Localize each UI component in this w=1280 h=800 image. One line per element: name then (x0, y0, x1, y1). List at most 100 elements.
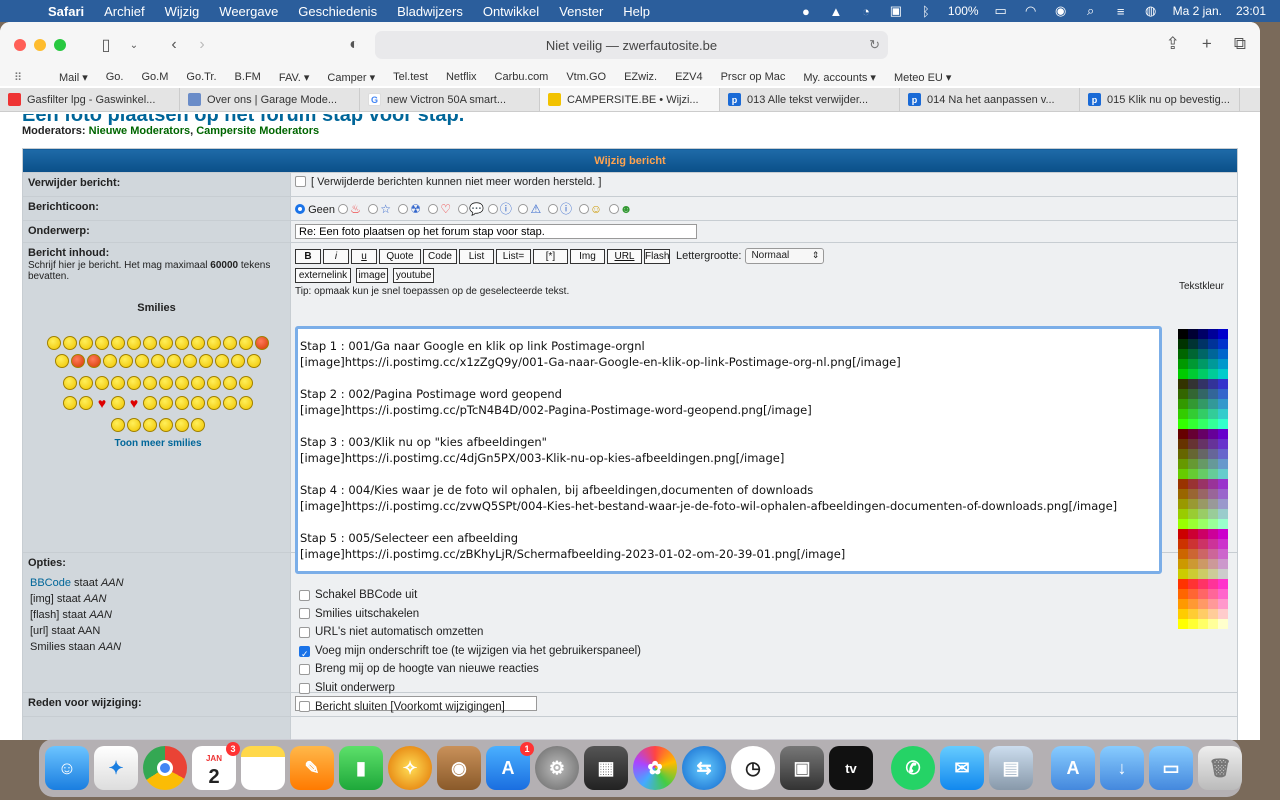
menu-archief[interactable]: Archief (94, 4, 154, 19)
color-swatch[interactable] (1208, 499, 1218, 509)
color-swatch[interactable] (1218, 439, 1228, 449)
color-swatch[interactable] (1188, 599, 1198, 609)
color-swatch[interactable] (1188, 519, 1198, 529)
color-swatch[interactable] (1198, 409, 1208, 419)
menu-venster[interactable]: Venster (549, 4, 613, 19)
color-swatch[interactable] (1198, 459, 1208, 469)
smiley-icon[interactable] (191, 376, 205, 390)
favorite-vtmgo[interactable]: Vtm.GO (557, 71, 615, 83)
favorite-accounts[interactable]: My. accounts ▾ (794, 71, 885, 84)
tab-015[interactable]: p 015 Klik nu op bevestig... (1080, 88, 1240, 111)
smiley-icon[interactable] (143, 336, 157, 350)
color-swatch[interactable] (1218, 329, 1228, 339)
sleeping-smiley-icon[interactable] (159, 418, 173, 432)
smiley-icon[interactable] (111, 376, 125, 390)
color-swatch[interactable] (1178, 459, 1188, 469)
battery-icon[interactable]: ▭ (993, 3, 1009, 19)
angry-smiley-icon[interactable] (255, 336, 269, 350)
option-checkbox[interactable] (299, 589, 310, 601)
color-swatch[interactable] (1188, 509, 1198, 519)
color-swatch[interactable] (1218, 429, 1228, 439)
color-swatch[interactable] (1198, 419, 1208, 429)
option-row[interactable]: Voeg mijn onderschrift toe (te wijzigen … (299, 642, 641, 663)
url-button[interactable]: URL (607, 248, 642, 264)
color-swatch[interactable] (1178, 599, 1188, 609)
color-swatch[interactable] (1198, 449, 1208, 459)
image-button[interactable]: image (356, 268, 389, 283)
smiley-icon[interactable] (239, 336, 253, 350)
menu-wijzig[interactable]: Wijzig (155, 4, 210, 19)
smiley-icon[interactable] (207, 376, 221, 390)
smiley-icon[interactable] (103, 354, 117, 368)
color-swatch[interactable] (1208, 349, 1218, 359)
color-swatch[interactable] (1218, 349, 1228, 359)
icon-radio[interactable] (518, 204, 529, 214)
color-swatch[interactable] (1208, 619, 1218, 629)
more-smilies-link[interactable]: Toon meer smilies (38, 438, 278, 449)
color-swatch[interactable] (1188, 389, 1198, 399)
color-swatch[interactable] (1198, 369, 1208, 379)
calculator-icon[interactable]: ▦ (584, 746, 628, 790)
color-swatch[interactable] (1208, 379, 1218, 389)
smiley-icon[interactable] (79, 396, 93, 410)
favorite-fav[interactable]: FAV. ▾ (270, 71, 319, 84)
time-machine-icon[interactable]: ◔ (858, 4, 874, 19)
smiley-icon[interactable] (127, 376, 141, 390)
menu-ontwikkel[interactable]: Ontwikkel (473, 4, 549, 19)
color-swatch[interactable] (1218, 519, 1228, 529)
smiley-icon[interactable] (55, 354, 69, 368)
code-button[interactable]: Code (423, 248, 457, 264)
angry-smiley-icon[interactable] (87, 354, 101, 368)
smiley-icon[interactable] (143, 396, 157, 410)
compass-app-icon[interactable]: ✧ (388, 746, 432, 790)
sidebar-icon[interactable]: ▯ (92, 35, 120, 55)
color-swatch[interactable] (1218, 539, 1228, 549)
option-row[interactable]: URL's niet automatisch omzetten (299, 623, 641, 642)
color-swatch[interactable] (1188, 489, 1198, 499)
smiley-icon[interactable] (143, 376, 157, 390)
smiley-icon[interactable] (63, 376, 77, 390)
color-swatch[interactable] (1218, 559, 1228, 569)
color-swatch[interactable] (1218, 479, 1228, 489)
color-swatch[interactable] (1218, 489, 1228, 499)
smiley-icon[interactable] (95, 376, 109, 390)
smiley-icon[interactable] (207, 396, 221, 410)
color-swatch[interactable] (1218, 469, 1228, 479)
color-swatch[interactable] (1208, 479, 1218, 489)
color-swatch[interactable] (1218, 399, 1228, 409)
color-swatch[interactable] (1198, 619, 1208, 629)
bold-button[interactable]: B (295, 248, 321, 264)
calendar-icon[interactable]: JAN 2 3 (192, 742, 240, 790)
color-swatch[interactable] (1208, 569, 1218, 579)
color-swatch[interactable] (1178, 339, 1188, 349)
color-swatch[interactable] (1218, 499, 1228, 509)
smiley-icon[interactable] (239, 376, 253, 390)
color-swatch[interactable] (1218, 529, 1228, 539)
delete-checkbox[interactable] (295, 176, 306, 187)
bbcode-link[interactable]: BBCode (30, 577, 71, 589)
color-swatch[interactable] (1208, 459, 1218, 469)
color-swatch[interactable] (1218, 549, 1228, 559)
option-checkbox[interactable] (299, 682, 310, 694)
color-swatch[interactable] (1218, 619, 1228, 629)
color-swatch[interactable] (1198, 509, 1208, 519)
smiley-icon[interactable] (111, 396, 125, 410)
color-swatch[interactable] (1198, 609, 1208, 619)
italic-button[interactable]: i (323, 248, 349, 264)
color-swatch[interactable] (1178, 349, 1188, 359)
color-swatch[interactable] (1188, 569, 1198, 579)
favorite-bfm[interactable]: B.FM (226, 71, 270, 83)
option-row[interactable]: Sluit onderwerp (299, 679, 641, 698)
system-settings-icon[interactable]: ⚙ (535, 746, 579, 790)
color-swatch[interactable] (1208, 439, 1218, 449)
battery-percent[interactable]: 100% (948, 4, 979, 18)
color-swatch[interactable] (1218, 579, 1228, 589)
img-button[interactable]: Img (570, 248, 605, 264)
color-swatch[interactable] (1208, 339, 1218, 349)
color-swatch[interactable] (1178, 609, 1188, 619)
smiley-icon[interactable] (223, 396, 237, 410)
smiley-icon[interactable] (175, 336, 189, 350)
apps-grid-icon[interactable]: ⠿ (14, 71, 50, 84)
smiley-icon[interactable] (143, 418, 157, 432)
favorite-camper[interactable]: Camper ▾ (318, 71, 384, 84)
